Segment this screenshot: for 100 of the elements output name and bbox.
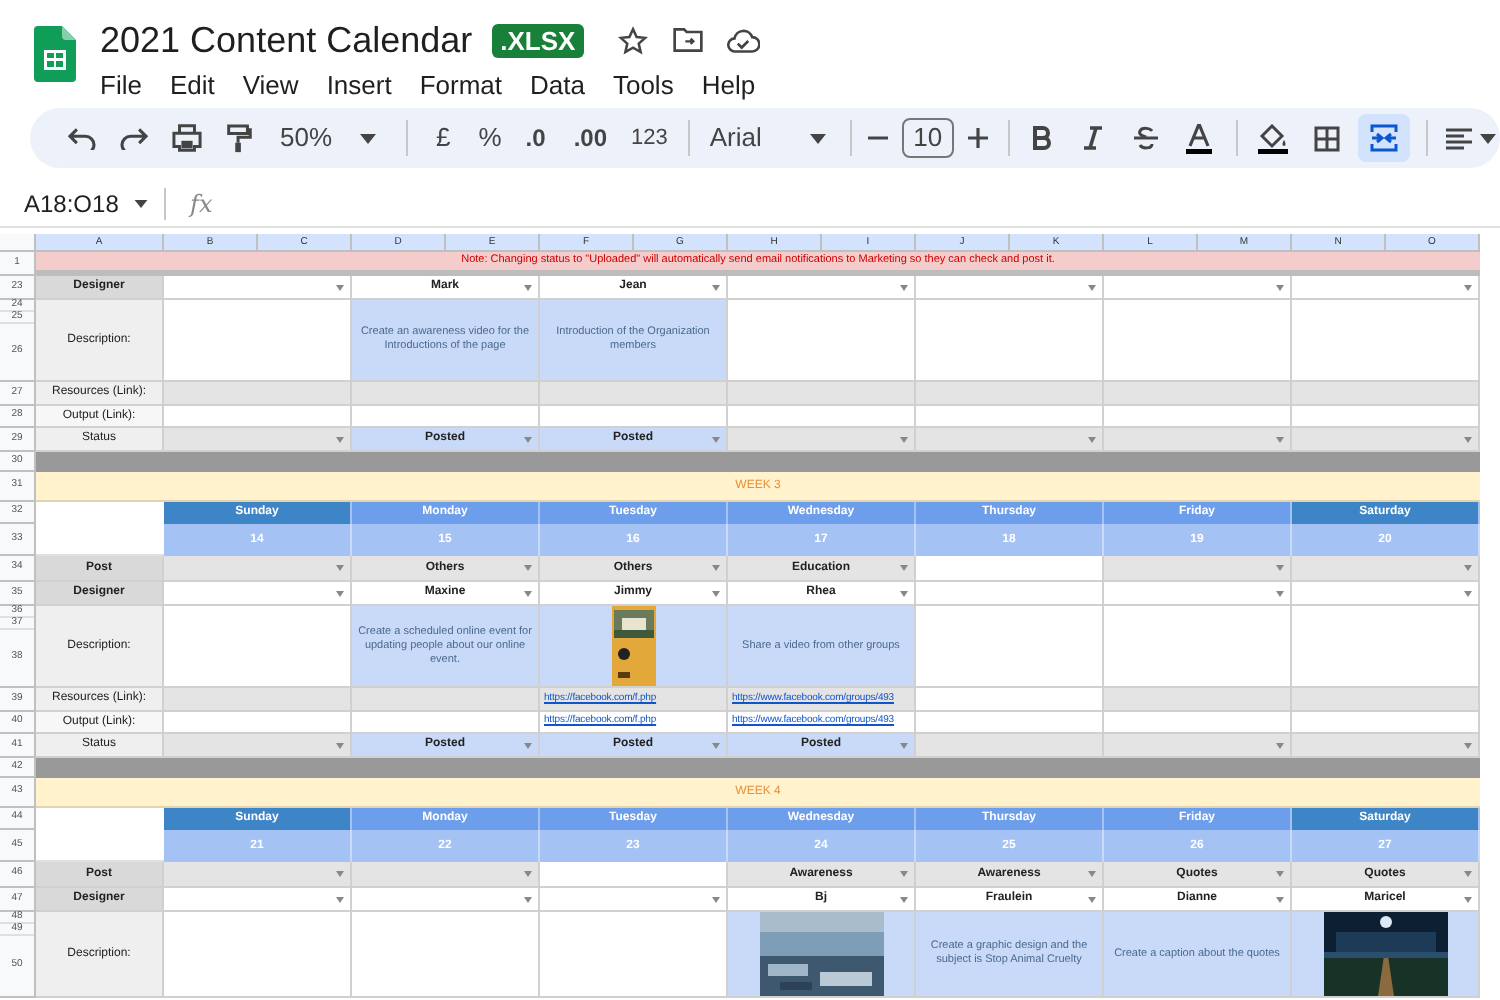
merge-cells-button[interactable] <box>1357 114 1410 162</box>
dropdown-arrow-icon[interactable] <box>524 742 532 748</box>
table-cell[interactable] <box>1104 582 1292 606</box>
dropdown-arrow-icon[interactable] <box>1276 896 1284 902</box>
dropdown-arrow-icon[interactable] <box>1088 436 1096 442</box>
dropdown-arrow-icon[interactable] <box>1276 284 1284 290</box>
dropdown-arrow-icon[interactable] <box>336 284 344 290</box>
caret-icon[interactable] <box>360 133 376 143</box>
table-cell[interactable] <box>1292 734 1480 758</box>
fill-color-icon[interactable] <box>1257 123 1288 153</box>
dropdown-arrow-icon[interactable] <box>1464 284 1472 290</box>
menu-item[interactable]: Insert <box>326 70 392 102</box>
dropdown-arrow-icon[interactable] <box>1276 742 1284 748</box>
dropdown-arrow-icon[interactable] <box>524 565 532 571</box>
strikethrough-icon[interactable] <box>1133 126 1158 150</box>
dropdown-arrow-icon[interactable] <box>1276 871 1284 877</box>
font-size-field[interactable]: 10 <box>901 118 954 158</box>
dropdown-arrow-icon[interactable] <box>712 436 720 442</box>
dropdown-arrow-icon[interactable] <box>712 896 720 902</box>
dropdown-arrow-icon[interactable] <box>1464 742 1472 748</box>
italic-icon[interactable] <box>1083 126 1102 150</box>
redo-icon[interactable] <box>120 126 148 150</box>
percent-format-button[interactable]: % <box>478 118 502 158</box>
table-cell[interactable] <box>164 276 352 300</box>
dropdown-arrow-icon[interactable] <box>524 871 532 877</box>
number-format-button[interactable]: 123 <box>631 121 668 155</box>
menu-item[interactable]: File <box>100 70 142 102</box>
dropdown-arrow-icon[interactable] <box>900 871 908 877</box>
table-cell[interactable] <box>728 276 916 300</box>
dropdown-arrow-icon[interactable] <box>524 896 532 902</box>
caret-icon[interactable] <box>809 133 826 143</box>
menu-item[interactable]: Help <box>701 70 756 102</box>
dropdown-arrow-icon[interactable] <box>1088 871 1096 877</box>
zoom-select[interactable]: 50% <box>280 118 360 158</box>
font-select[interactable]: Arial <box>709 118 810 158</box>
table-cell[interactable] <box>1292 276 1480 300</box>
dropdown-arrow-icon[interactable] <box>1464 565 1472 571</box>
dropdown-arrow-icon[interactable] <box>712 284 720 290</box>
select-all-corner[interactable] <box>0 234 36 252</box>
dropdown-arrow-icon[interactable] <box>1464 436 1472 442</box>
table-cell[interactable] <box>1292 556 1480 582</box>
dropdown-arrow-icon[interactable] <box>900 896 908 902</box>
dropdown-arrow-icon[interactable] <box>1088 896 1096 902</box>
dropdown-arrow-icon[interactable] <box>900 590 908 596</box>
dropdown-arrow-icon[interactable] <box>524 436 532 442</box>
table-cell[interactable] <box>164 862 352 888</box>
dropdown-arrow-icon[interactable] <box>900 742 908 748</box>
dropdown-arrow-icon[interactable] <box>1464 871 1472 877</box>
table-cell[interactable] <box>352 888 540 912</box>
menu-item[interactable]: Tools <box>612 70 674 102</box>
dropdown-arrow-icon[interactable] <box>336 871 344 877</box>
table-cell[interactable] <box>1104 428 1292 452</box>
align-left-icon[interactable] <box>1445 127 1472 149</box>
decrease-decimals-button[interactable]: .0 <box>525 120 546 156</box>
dropdown-arrow-icon[interactable] <box>900 284 908 290</box>
currency-format-button[interactable]: £ <box>436 118 451 158</box>
table-cell[interactable] <box>916 428 1104 452</box>
dropdown-arrow-icon[interactable] <box>712 565 720 571</box>
caret-icon[interactable] <box>1479 133 1496 143</box>
paint-format-icon[interactable] <box>226 123 252 153</box>
sheets-logo-icon[interactable] <box>34 26 76 82</box>
borders-icon[interactable] <box>1313 125 1340 151</box>
table-cell[interactable] <box>540 888 728 912</box>
dropdown-arrow-icon[interactable] <box>524 590 532 596</box>
table-cell[interactable] <box>164 582 352 606</box>
table-cell[interactable] <box>1292 582 1480 606</box>
dropdown-arrow-icon[interactable] <box>524 284 532 290</box>
table-cell[interactable] <box>164 734 352 758</box>
table-cell[interactable] <box>352 862 540 888</box>
text-color-icon[interactable] <box>1185 123 1212 153</box>
table-cell[interactable] <box>164 888 352 912</box>
dropdown-arrow-icon[interactable] <box>1088 284 1096 290</box>
dropdown-arrow-icon[interactable] <box>900 436 908 442</box>
dropdown-arrow-icon[interactable] <box>900 565 908 571</box>
dropdown-arrow-icon[interactable] <box>712 590 720 596</box>
table-cell[interactable] <box>728 428 916 452</box>
menu-item[interactable]: Edit <box>169 70 215 102</box>
menu-item[interactable]: View <box>242 70 299 102</box>
name-box[interactable]: A18:O18 <box>24 185 134 221</box>
bold-icon[interactable] <box>1031 126 1052 150</box>
dropdown-arrow-icon[interactable] <box>1276 590 1284 596</box>
cloud-icon[interactable] <box>725 27 760 53</box>
dropdown-arrow-icon[interactable] <box>1276 436 1284 442</box>
dropdown-arrow-icon[interactable] <box>1464 590 1472 596</box>
dropdown-arrow-icon[interactable] <box>336 896 344 902</box>
plus-icon[interactable] <box>967 128 988 148</box>
table-cell[interactable] <box>1104 276 1292 300</box>
dropdown-arrow-icon[interactable] <box>1276 565 1284 571</box>
document-title[interactable]: 2021 Content Calendar <box>100 18 473 62</box>
table-cell[interactable] <box>164 556 352 582</box>
dropdown-arrow-icon[interactable] <box>336 742 344 748</box>
table-cell[interactable] <box>916 276 1104 300</box>
increase-decimals-button[interactable]: .00 <box>573 120 607 156</box>
dropdown-arrow-icon[interactable] <box>712 742 720 748</box>
table-cell[interactable] <box>1104 556 1292 582</box>
print-icon[interactable] <box>172 124 202 152</box>
caret-icon[interactable] <box>134 199 148 207</box>
dropdown-arrow-icon[interactable] <box>336 565 344 571</box>
menu-item[interactable]: Format <box>419 70 502 102</box>
dropdown-arrow-icon[interactable] <box>336 436 344 442</box>
